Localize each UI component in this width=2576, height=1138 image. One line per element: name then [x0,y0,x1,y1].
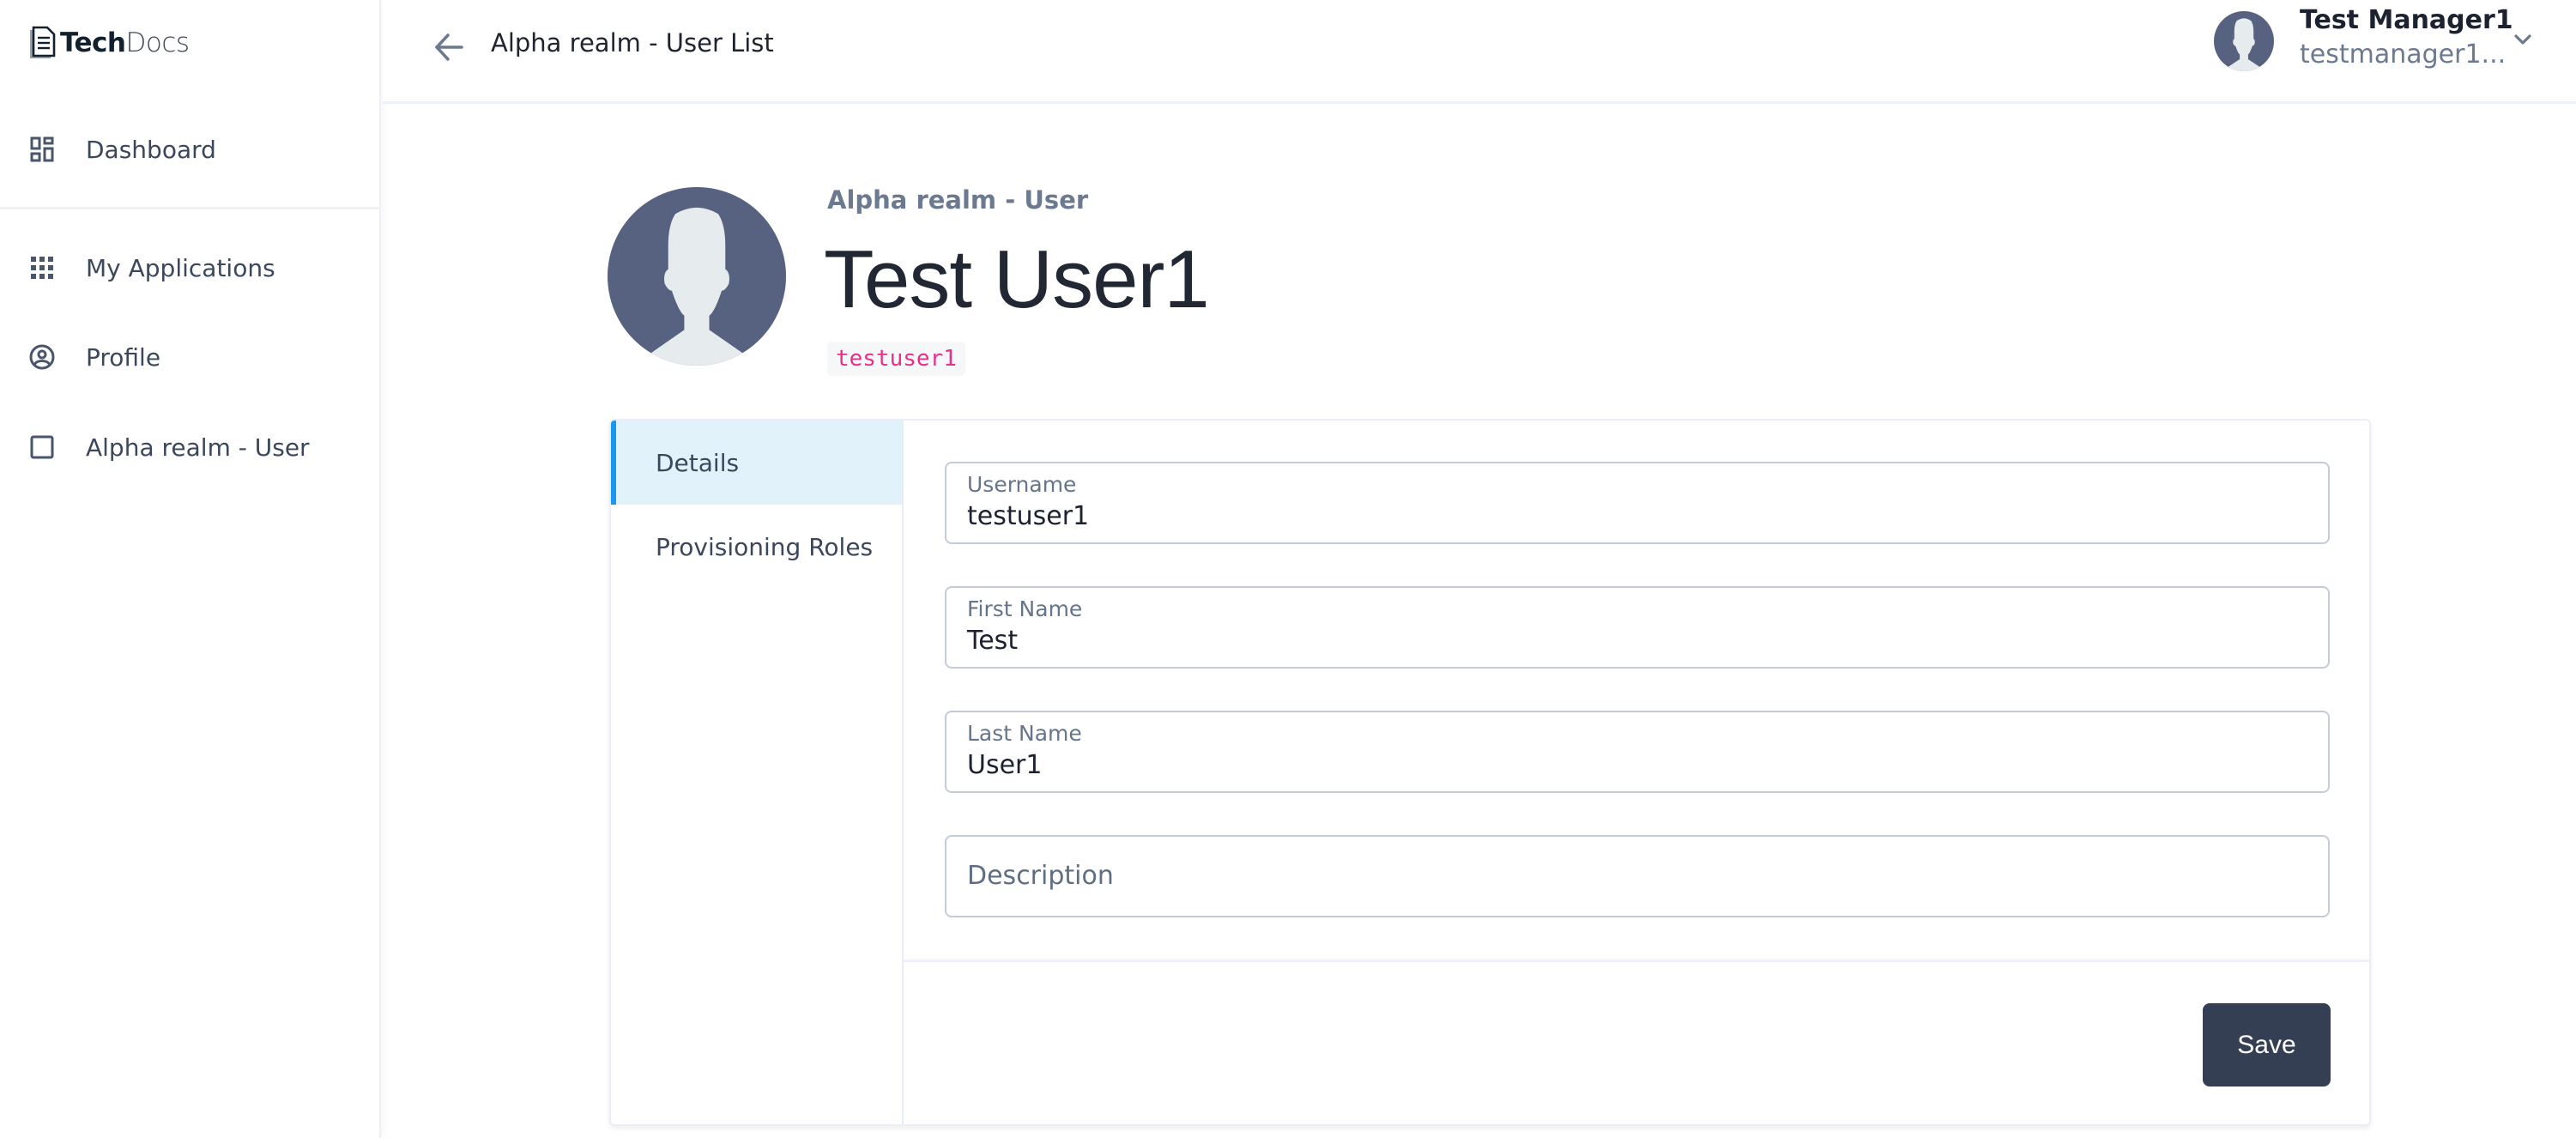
last-name-label: Last Name [967,721,1082,746]
first-name-field[interactable]: First Name Test [945,586,2330,669]
description-field[interactable]: Description [945,835,2330,917]
last-name-value[interactable]: User1 [967,750,1042,780]
description-placeholder: Description [967,861,1114,891]
arrow-left-icon [435,33,463,61]
first-name-label: First Name [967,596,1083,621]
user-name: Test Manager1 [2300,5,2513,35]
sidebar-item-dashboard[interactable]: Dashboard [0,119,381,179]
profile-avatar [608,187,786,366]
profile-realm-label: Alpha realm - User [827,185,1089,215]
user-details-card: Details Provisioning Roles Username test… [609,419,2371,1126]
chevron-down-icon [2514,34,2531,45]
logo-text: TechDocs [60,27,190,58]
document-icon [30,26,56,58]
sidebar-item-label: Alpha realm - User [86,433,310,462]
user-menu[interactable]: Test Manager1 testmanager1... [2198,0,2576,86]
username-label: Username [967,472,1077,497]
square-icon [29,434,55,460]
first-name-value[interactable]: Test [967,626,1018,656]
avatar [2214,11,2274,71]
last-name-field[interactable]: Last Name User1 [945,711,2330,793]
tab-list: Details Provisioning Roles [611,421,904,1124]
sidebar-divider [0,207,381,209]
tab-details[interactable]: Details [611,421,902,505]
sidebar: TechDocs Dashboard My Applications Profi… [0,0,381,1138]
user-silhouette-icon [2214,11,2274,71]
tab-provisioning-roles[interactable]: Provisioning Roles [611,505,902,589]
username-field[interactable]: Username testuser1 [945,462,2330,544]
top-header: Alpha realm - User List Test Manager1 te… [383,0,2576,104]
back-button[interactable] [427,26,470,69]
dashboard-icon [29,136,55,162]
username-value[interactable]: testuser1 [967,501,1089,531]
card-footer-divider [904,959,2369,962]
save-button[interactable]: Save [2203,1003,2331,1087]
user-email: testmanager1... [2300,39,2506,70]
sidebar-item-my-applications[interactable]: My Applications [0,238,381,298]
sidebar-item-profile[interactable]: Profile [0,327,381,387]
user-circle-icon [29,344,55,370]
profile-name: Test User1 [824,233,1210,325]
sidebar-item-label: Dashboard [86,135,216,164]
sidebar-item-label: Profile [86,342,161,372]
sidebar-item-label: My Applications [86,253,275,282]
apps-grid-icon [29,255,55,281]
user-silhouette-icon [608,187,786,366]
page-title: Alpha realm - User List [491,28,774,58]
sidebar-item-alpha-realm-user[interactable]: Alpha realm - User [0,417,381,477]
logo[interactable]: TechDocs [29,24,190,62]
username-badge: testuser1 [827,342,965,376]
